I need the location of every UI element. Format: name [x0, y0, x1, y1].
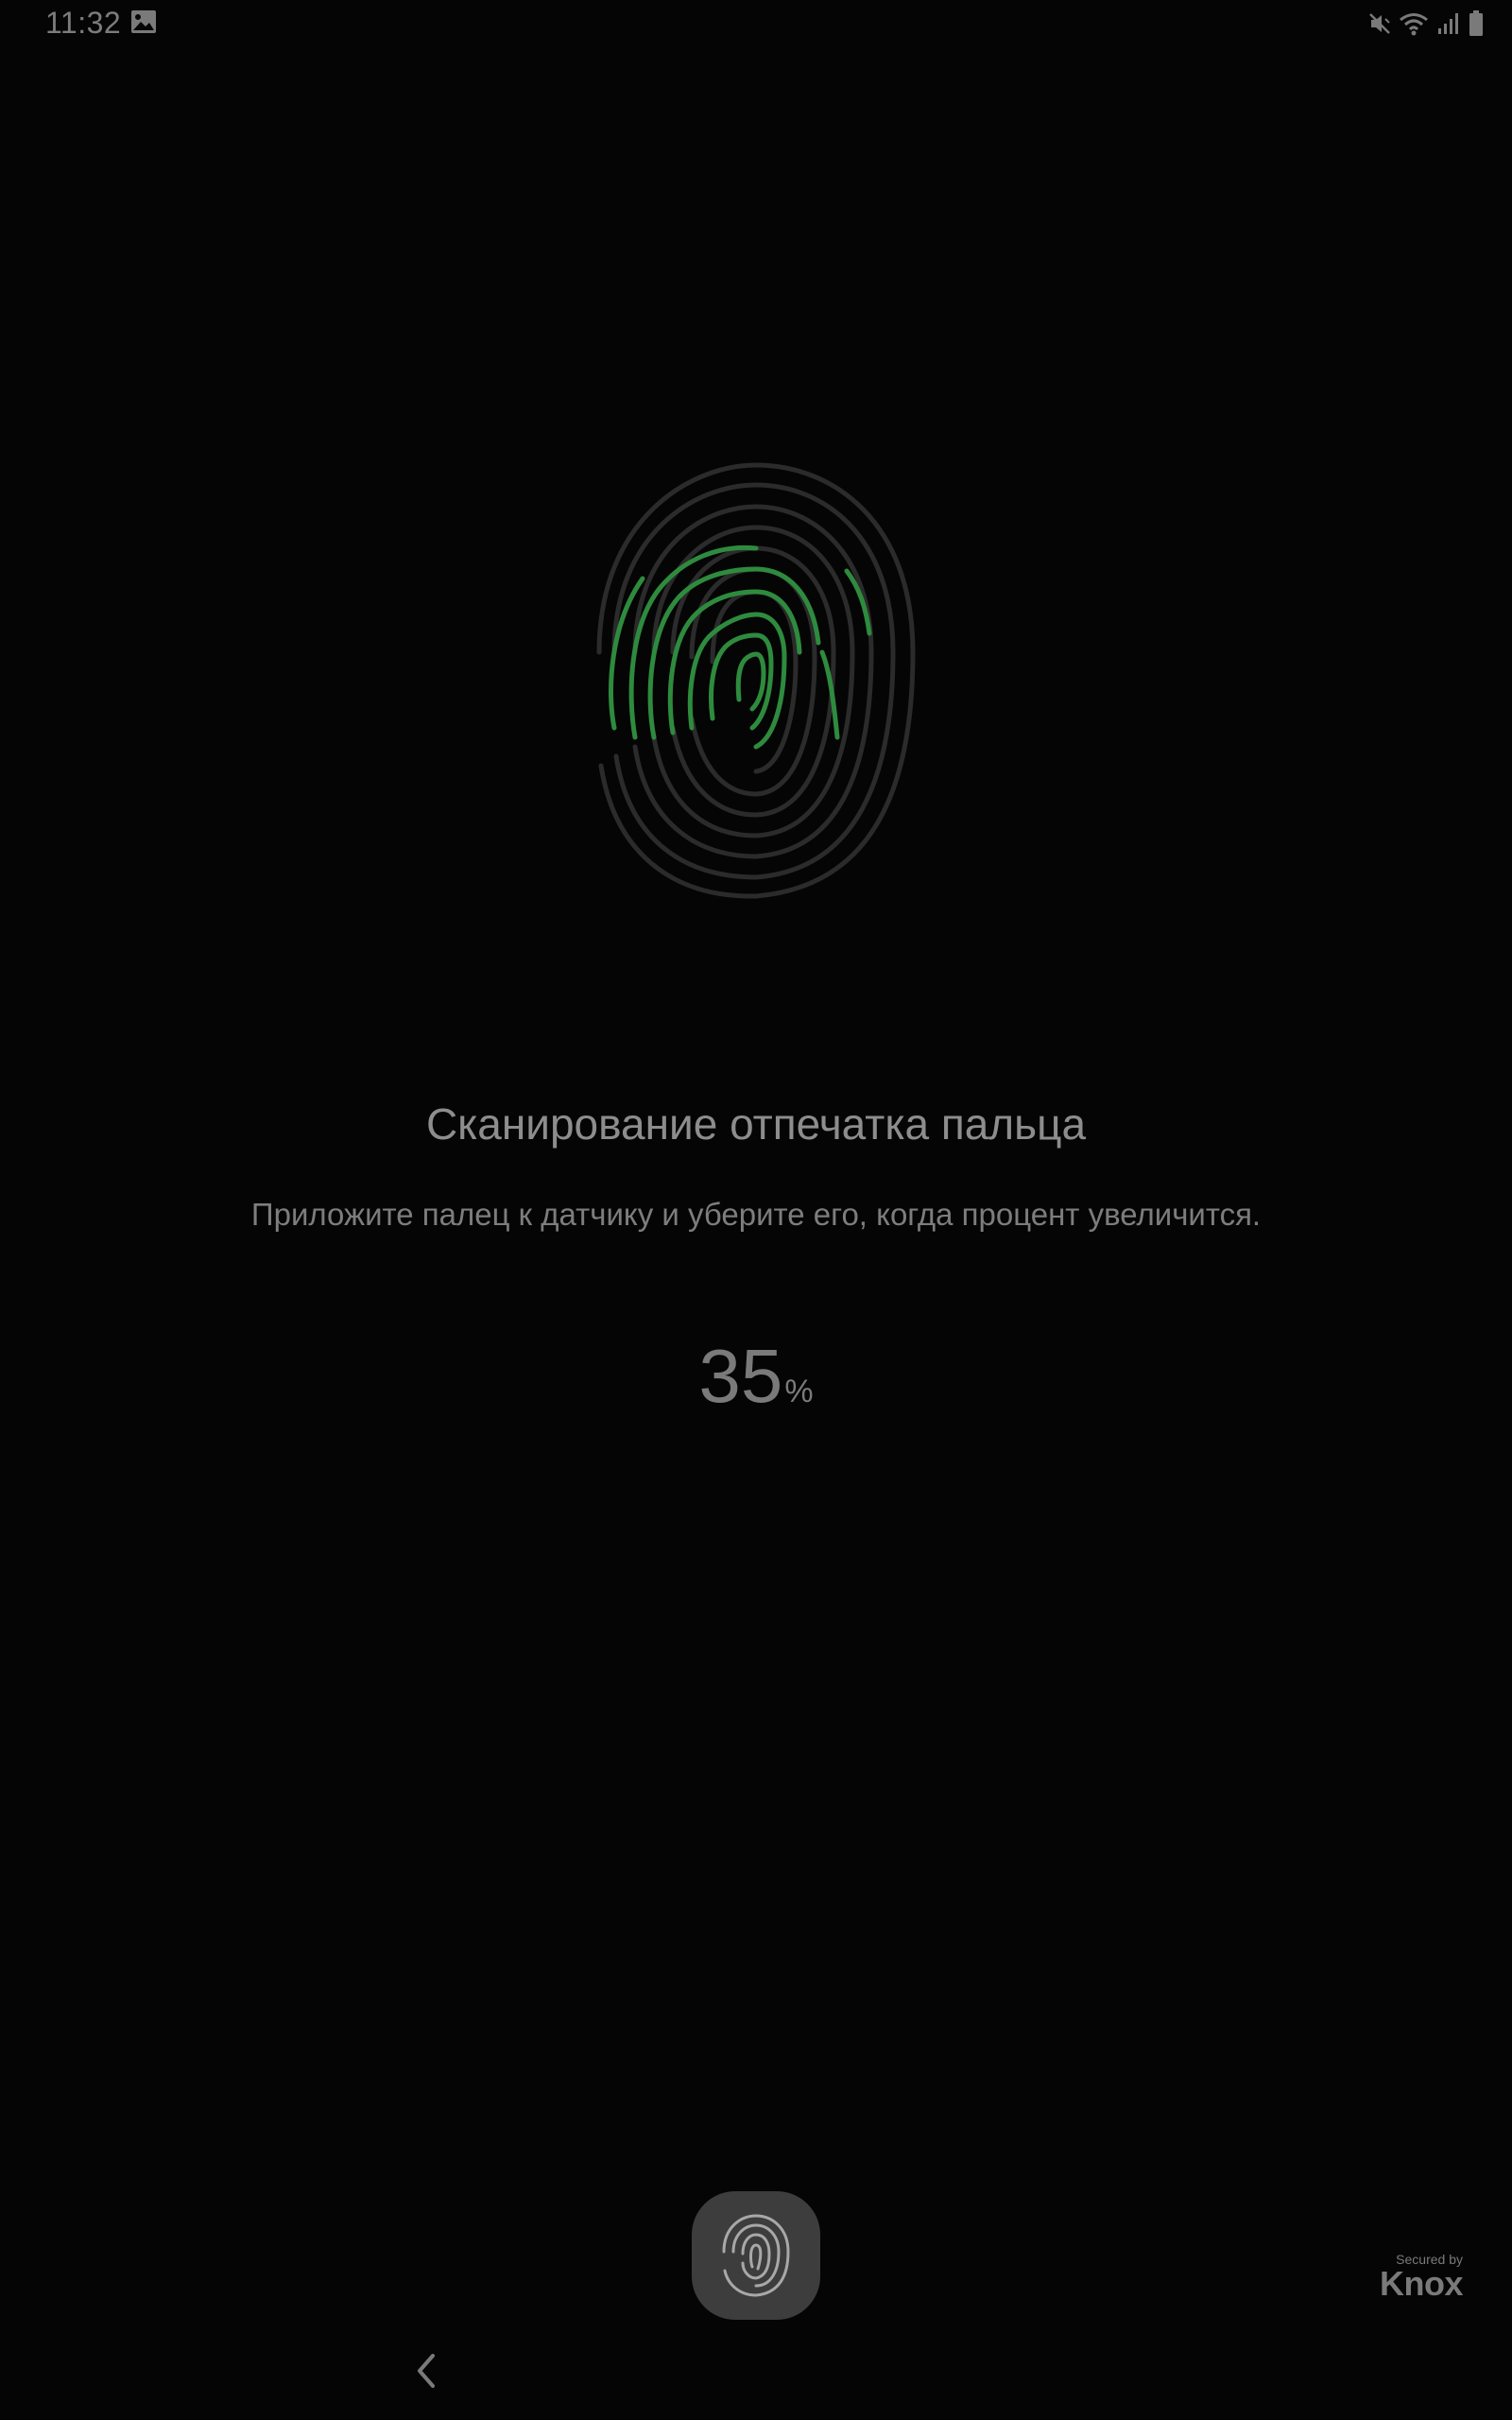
knox-badge: Secured by Knox — [1380, 2252, 1464, 2303]
status-time: 11:32 — [45, 6, 122, 40]
signal-icon — [1438, 13, 1458, 34]
wifi-icon — [1400, 13, 1428, 36]
progress-unit: % — [784, 1374, 814, 1409]
mute-vibrate-icon — [1369, 13, 1390, 34]
status-bar: 11:32 — [0, 0, 1512, 47]
gallery-icon — [131, 10, 156, 33]
fingerprint-icon — [596, 462, 916, 899]
page-title: Сканирование отпечатка пальца — [425, 1099, 1087, 1149]
battery-icon — [1469, 10, 1483, 36]
chevron-left-icon[interactable] — [408, 2350, 442, 2392]
fingerprint-sensor-button[interactable] — [692, 2191, 820, 2320]
progress-readout: 35% — [0, 1333, 1512, 1420]
progress-value: 35 — [698, 1334, 783, 1418]
knox-logo: Knox — [1380, 2264, 1464, 2303]
status-icons — [1368, 9, 1484, 38]
fingerprint-sensor-icon — [722, 2214, 790, 2297]
instructions-text: Приложите палец к датчику и уберите его,… — [250, 1197, 1262, 1232]
